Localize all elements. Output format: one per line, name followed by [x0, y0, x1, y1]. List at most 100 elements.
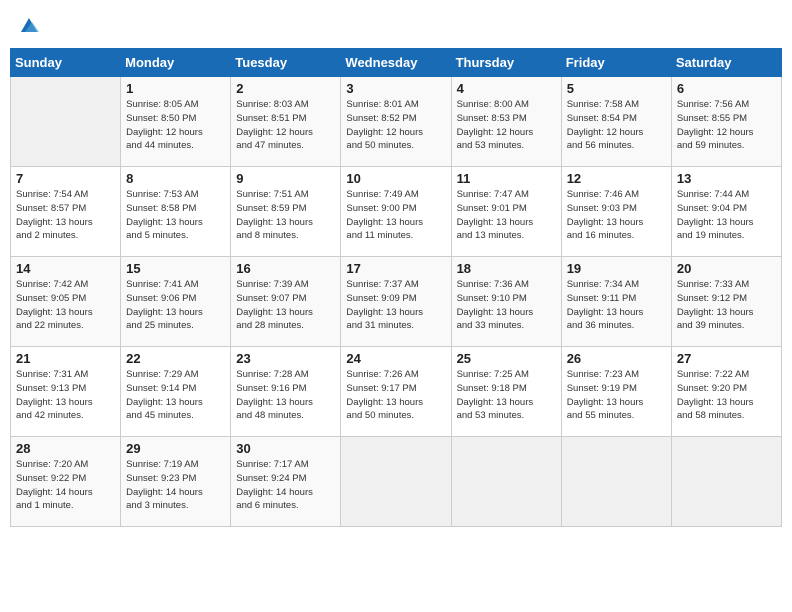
calendar-cell: 13 Sunrise: 7:44 AMSunset: 9:04 PMDayligh… — [671, 167, 781, 257]
day-number: 7 — [16, 171, 115, 186]
calendar-cell: 2 Sunrise: 8:03 AMSunset: 8:51 PMDaylight… — [231, 77, 341, 167]
calendar-cell: 22Sunrise: 7:29 AMSunset: 9:14 PMDayligh… — [121, 347, 231, 437]
calendar-cell: 21 Sunrise: 7:31 AMSunset: 9:13 PMDayligh… — [11, 347, 121, 437]
day-number: 15 — [126, 261, 225, 276]
day-number: 16 — [236, 261, 335, 276]
calendar-cell: 26Sunrise: 7:23 AMSunset: 9:19 PMDayligh… — [561, 347, 671, 437]
calendar-cell: 24 Sunrise: 7:26 AMSunset: 9:17 PMDayligh… — [341, 347, 451, 437]
day-info: Sunrise: 7:49 AMSunset: 9:00 PMDaylight:… — [346, 188, 445, 243]
day-number: 24 — [346, 351, 445, 366]
day-info: Sunrise: 7:39 AMSunset: 9:07 PMDaylight:… — [236, 278, 335, 333]
day-number: 21 — [16, 351, 115, 366]
calendar-cell: 30 Sunrise: 7:17 AMSunset: 9:24 PMDayligh… — [231, 437, 341, 527]
calendar-cell: 1Sunrise: 8:05 AMSunset: 8:50 PMDaylight… — [121, 77, 231, 167]
day-info: Sunrise: 7:19 AMSunset: 9:23 PMDaylight:… — [126, 458, 225, 513]
day-number: 25 — [457, 351, 556, 366]
weekday-header-wednesday: Wednesday — [341, 49, 451, 77]
calendar-cell: 7Sunrise: 7:54 AMSunset: 8:57 PMDaylight… — [11, 167, 121, 257]
day-number: 13 — [677, 171, 776, 186]
day-number: 23 — [236, 351, 335, 366]
day-info: Sunrise: 8:03 AMSunset: 8:51 PMDaylight:… — [236, 98, 335, 153]
calendar-cell: 17 Sunrise: 7:37 AMSunset: 9:09 PMDayligh… — [341, 257, 451, 347]
calendar-cell: 16 Sunrise: 7:39 AMSunset: 9:07 PMDayligh… — [231, 257, 341, 347]
day-info: Sunrise: 7:56 AMSunset: 8:55 PMDaylight:… — [677, 98, 776, 153]
weekday-header-thursday: Thursday — [451, 49, 561, 77]
day-number: 3 — [346, 81, 445, 96]
day-info: Sunrise: 7:46 AMSunset: 9:03 PMDaylight:… — [567, 188, 666, 243]
day-info: Sunrise: 8:01 AMSunset: 8:52 PMDaylight:… — [346, 98, 445, 153]
day-number: 12 — [567, 171, 666, 186]
day-number: 30 — [236, 441, 335, 456]
calendar-week-2: 7Sunrise: 7:54 AMSunset: 8:57 PMDaylight… — [11, 167, 782, 257]
calendar-cell: 4 Sunrise: 8:00 AMSunset: 8:53 PMDaylight… — [451, 77, 561, 167]
weekday-header-sunday: Sunday — [11, 49, 121, 77]
day-info: Sunrise: 7:34 AMSunset: 9:11 PMDaylight:… — [567, 278, 666, 333]
calendar-cell: 29Sunrise: 7:19 AMSunset: 9:23 PMDayligh… — [121, 437, 231, 527]
weekday-header-tuesday: Tuesday — [231, 49, 341, 77]
day-number: 14 — [16, 261, 115, 276]
day-number: 19 — [567, 261, 666, 276]
day-info: Sunrise: 7:41 AMSunset: 9:06 PMDaylight:… — [126, 278, 225, 333]
day-info: Sunrise: 7:51 AMSunset: 8:59 PMDaylight:… — [236, 188, 335, 243]
day-info: Sunrise: 8:00 AMSunset: 8:53 PMDaylight:… — [457, 98, 556, 153]
day-number: 18 — [457, 261, 556, 276]
weekday-header-friday: Friday — [561, 49, 671, 77]
day-number: 9 — [236, 171, 335, 186]
day-number: 2 — [236, 81, 335, 96]
day-info: Sunrise: 7:28 AMSunset: 9:16 PMDaylight:… — [236, 368, 335, 423]
day-info: Sunrise: 7:44 AMSunset: 9:04 PMDaylight:… — [677, 188, 776, 243]
day-number: 27 — [677, 351, 776, 366]
calendar-cell: 23 Sunrise: 7:28 AMSunset: 9:16 PMDayligh… — [231, 347, 341, 437]
calendar-cell — [451, 437, 561, 527]
calendar-cell: 10 Sunrise: 7:49 AMSunset: 9:00 PMDayligh… — [341, 167, 451, 257]
day-number: 8 — [126, 171, 225, 186]
day-number: 28 — [16, 441, 115, 456]
calendar-week-3: 14 Sunrise: 7:42 AMSunset: 9:05 PMDayligh… — [11, 257, 782, 347]
day-info: Sunrise: 7:42 AMSunset: 9:05 PMDaylight:… — [16, 278, 115, 333]
calendar-week-5: 28 Sunrise: 7:20 AMSunset: 9:22 PMDayligh… — [11, 437, 782, 527]
day-number: 17 — [346, 261, 445, 276]
day-number: 4 — [457, 81, 556, 96]
calendar-cell: 18 Sunrise: 7:36 AMSunset: 9:10 PMDayligh… — [451, 257, 561, 347]
calendar-cell: 6 Sunrise: 7:56 AMSunset: 8:55 PMDaylight… — [671, 77, 781, 167]
calendar-cell: 11Sunrise: 7:47 AMSunset: 9:01 PMDayligh… — [451, 167, 561, 257]
day-info: Sunrise: 7:47 AMSunset: 9:01 PMDaylight:… — [457, 188, 556, 243]
calendar-week-1: 1Sunrise: 8:05 AMSunset: 8:50 PMDaylight… — [11, 77, 782, 167]
day-info: Sunrise: 7:26 AMSunset: 9:17 PMDaylight:… — [346, 368, 445, 423]
day-info: Sunrise: 7:20 AMSunset: 9:22 PMDaylight:… — [16, 458, 115, 513]
day-info: Sunrise: 7:17 AMSunset: 9:24 PMDaylight:… — [236, 458, 335, 513]
calendar-cell: 20Sunrise: 7:33 AMSunset: 9:12 PMDayligh… — [671, 257, 781, 347]
weekday-header-row: SundayMondayTuesdayWednesdayThursdayFrid… — [11, 49, 782, 77]
calendar-cell — [341, 437, 451, 527]
day-number: 1 — [126, 81, 225, 96]
calendar-cell: 9 Sunrise: 7:51 AMSunset: 8:59 PMDaylight… — [231, 167, 341, 257]
calendar-cell — [561, 437, 671, 527]
logo-icon — [18, 14, 40, 36]
day-number: 5 — [567, 81, 666, 96]
calendar-cell: 14 Sunrise: 7:42 AMSunset: 9:05 PMDayligh… — [11, 257, 121, 347]
day-info: Sunrise: 7:22 AMSunset: 9:20 PMDaylight:… — [677, 368, 776, 423]
calendar-cell: 3 Sunrise: 8:01 AMSunset: 8:52 PMDaylight… — [341, 77, 451, 167]
day-info: Sunrise: 7:36 AMSunset: 9:10 PMDaylight:… — [457, 278, 556, 333]
day-number: 10 — [346, 171, 445, 186]
calendar-cell: 5 Sunrise: 7:58 AMSunset: 8:54 PMDaylight… — [561, 77, 671, 167]
calendar-cell: 12 Sunrise: 7:46 AMSunset: 9:03 PMDayligh… — [561, 167, 671, 257]
calendar-table: SundayMondayTuesdayWednesdayThursdayFrid… — [10, 48, 782, 527]
day-info: Sunrise: 7:23 AMSunset: 9:19 PMDaylight:… — [567, 368, 666, 423]
day-number: 22 — [126, 351, 225, 366]
weekday-header-saturday: Saturday — [671, 49, 781, 77]
day-info: Sunrise: 7:31 AMSunset: 9:13 PMDaylight:… — [16, 368, 115, 423]
calendar-cell: 28 Sunrise: 7:20 AMSunset: 9:22 PMDayligh… — [11, 437, 121, 527]
calendar-cell: 19 Sunrise: 7:34 AMSunset: 9:11 PMDayligh… — [561, 257, 671, 347]
page-header — [10, 10, 782, 40]
calendar-week-4: 21 Sunrise: 7:31 AMSunset: 9:13 PMDayligh… — [11, 347, 782, 437]
calendar-cell: 8Sunrise: 7:53 AMSunset: 8:58 PMDaylight… — [121, 167, 231, 257]
calendar-cell: 15 Sunrise: 7:41 AMSunset: 9:06 PMDayligh… — [121, 257, 231, 347]
day-info: Sunrise: 7:37 AMSunset: 9:09 PMDaylight:… — [346, 278, 445, 333]
day-info: Sunrise: 7:58 AMSunset: 8:54 PMDaylight:… — [567, 98, 666, 153]
day-info: Sunrise: 7:33 AMSunset: 9:12 PMDaylight:… — [677, 278, 776, 333]
calendar-cell: 27 Sunrise: 7:22 AMSunset: 9:20 PMDayligh… — [671, 347, 781, 437]
day-number: 6 — [677, 81, 776, 96]
logo — [16, 14, 40, 36]
calendar-cell: 25Sunrise: 7:25 AMSunset: 9:18 PMDayligh… — [451, 347, 561, 437]
